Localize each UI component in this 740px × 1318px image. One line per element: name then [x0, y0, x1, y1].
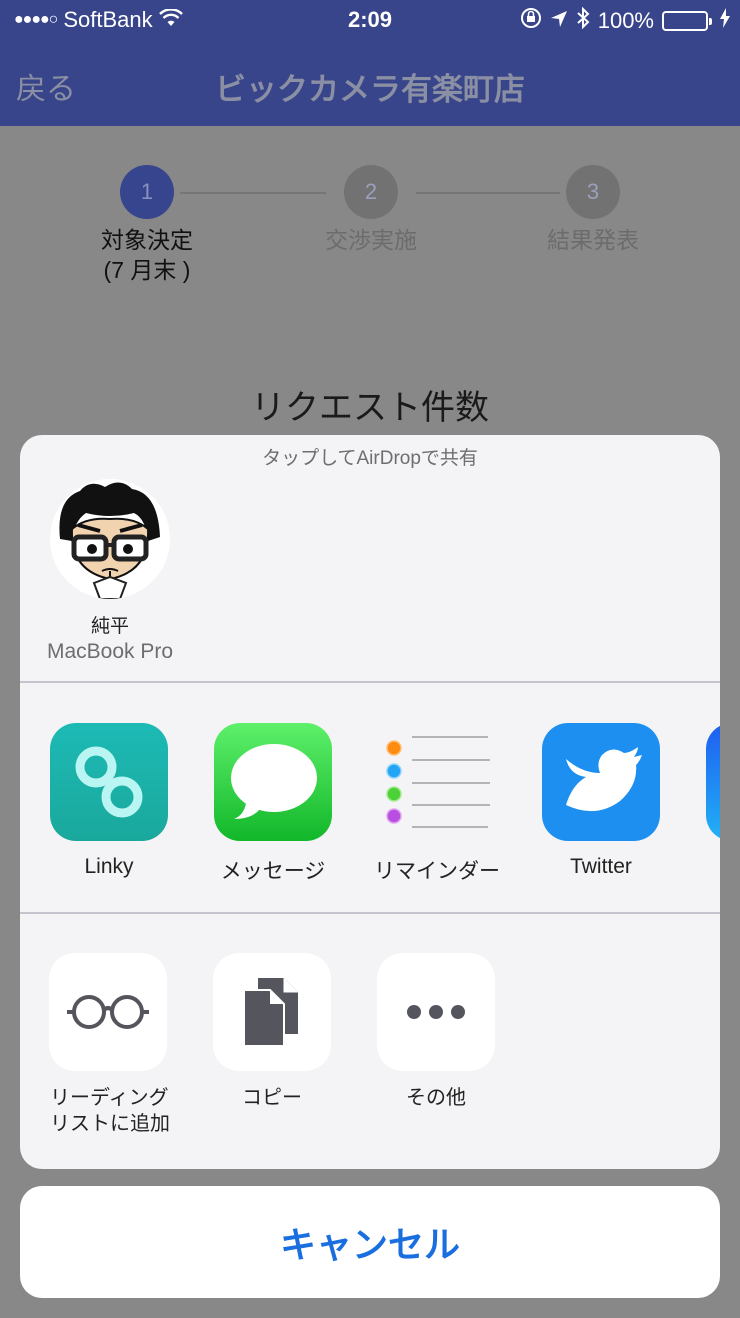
share-app-messages[interactable]: メッセージ [198, 723, 348, 885]
step-2: 2 交渉実施 [291, 165, 451, 255]
action-more[interactable]: その他 [367, 953, 517, 1111]
step-label: 結果発表 [547, 227, 639, 253]
step-number: 3 [566, 165, 620, 219]
charging-icon [720, 8, 730, 34]
action-reading-list[interactable]: リーディング リストに追加 [39, 953, 189, 1137]
share-app-reminders[interactable]: リマインダー [362, 723, 512, 885]
battery-percent: 100% [597, 8, 654, 33]
mail-icon [706, 723, 720, 841]
glasses-icon [49, 953, 167, 1071]
copy-icon [213, 953, 331, 1071]
twitter-icon [542, 723, 660, 841]
step-3: 3 結果発表 [513, 165, 673, 255]
more-icon [377, 953, 495, 1071]
status-bar: ●●●●○ SoftBank 2:09 100% [0, 0, 740, 40]
action-row: リーディング リストに追加 コピー その他 [20, 953, 720, 1153]
step-label: 対象決定 [101, 227, 193, 253]
action-label: コピー [242, 1087, 302, 1109]
action-label: その他 [406, 1087, 466, 1109]
location-icon [550, 8, 568, 34]
action-copy[interactable]: コピー [203, 953, 353, 1111]
bluetooth-icon [576, 6, 590, 35]
linky-icon [50, 723, 168, 841]
app-label: メッセージ [220, 860, 326, 883]
reminders-icon [378, 723, 496, 841]
share-app-linky[interactable]: Linky [34, 723, 184, 879]
top-bar: ●●●●○ SoftBank 2:09 100% 戻る ビックカメラ有楽町店 [0, 0, 740, 126]
share-app-twitter[interactable]: Twitter [526, 723, 676, 879]
divider [20, 912, 720, 914]
step-number: 2 [344, 165, 398, 219]
step-1: 1 対象決定 (7 月末 ) [67, 165, 227, 285]
airdrop-hint: タップしてAirDropで共有 [262, 448, 478, 469]
app-label: メ [690, 855, 720, 885]
avatar [50, 479, 170, 599]
messages-icon [214, 723, 332, 841]
navigation-bar: 戻る ビックカメラ有楽町店 [0, 40, 740, 126]
app-label: Linky [84, 855, 134, 878]
divider [20, 681, 720, 683]
share-sheet: タップしてAirDropで共有 純平 MacBook Pro Linky メッセ… [20, 435, 720, 1169]
app-label: リマインダー [374, 860, 500, 883]
airdrop-person[interactable]: 純平 MacBook Pro [40, 479, 180, 664]
cancel-button[interactable]: キャンセル [20, 1186, 720, 1298]
step-label: 交渉実施 [325, 227, 417, 253]
step-number: 1 [120, 165, 174, 219]
app-label: Twitter [570, 855, 632, 878]
device-name: MacBook Pro [46, 640, 174, 663]
rotation-lock-icon [520, 7, 542, 35]
person-name: 純平 [90, 616, 129, 637]
section-title: リクエスト件数 [251, 389, 489, 427]
action-label: リーディング リストに追加 [50, 1087, 170, 1135]
share-app-mail[interactable]: メ [690, 723, 720, 885]
step-sublabel: (7 月末 ) [103, 257, 191, 283]
page-title: ビックカメラ有楽町店 [215, 72, 525, 107]
battery-icon [662, 11, 712, 31]
app-row: Linky メッセージ リマインダー Twitter [20, 723, 720, 893]
